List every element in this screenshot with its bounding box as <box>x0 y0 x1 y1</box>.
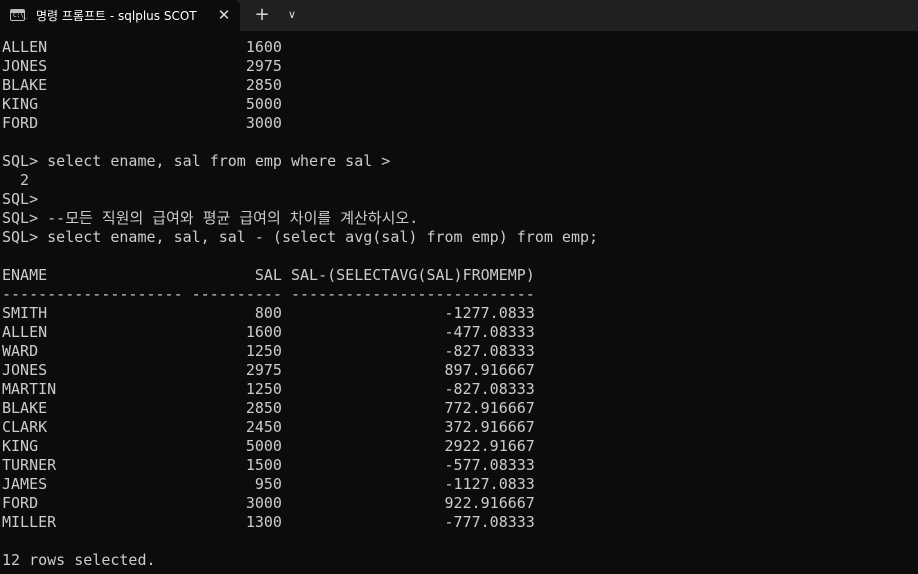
console-line: JONES 2975 <box>2 57 282 75</box>
console-line: SMITH 800 -1277.0833 <box>2 304 535 322</box>
console-line: FORD 3000 922.916667 <box>2 494 535 512</box>
console-line: JONES 2975 897.916667 <box>2 361 535 379</box>
console-line: MILLER 1300 -777.08333 <box>2 513 535 531</box>
console-line: -------------------- ---------- --------… <box>2 285 535 303</box>
console-line: SQL> select ename, sal from emp where sa… <box>2 152 391 170</box>
console-line: KING 5000 2922.91667 <box>2 437 535 455</box>
tab-dropdown-button[interactable]: ∨ <box>282 5 302 25</box>
terminal-window: C:\_ 명령 프롬프트 - sqlplus SCOT ✕ + ∨ ALLEN … <box>0 0 918 574</box>
console-line: BLAKE 2850 <box>2 76 282 94</box>
command-prompt-icon: C:\_ <box>10 9 27 21</box>
console-line: ALLEN 1600 -477.08333 <box>2 323 535 341</box>
console-output[interactable]: ALLEN 1600 JONES 2975 BLAKE 2850 KING 5000 F… <box>0 38 918 574</box>
new-tab-button[interactable]: + <box>252 5 272 25</box>
tab-title: 명령 프롬프트 - sqlplus SCOT <box>36 9 197 23</box>
console-line: WARD 1250 -827.08333 <box>2 342 535 360</box>
console-line: ENAME SAL SAL-(SELECTAVG(SAL)FROMEMP) <box>2 266 535 284</box>
close-tab-icon[interactable]: ✕ <box>215 6 233 24</box>
console-line: 2 <box>2 171 30 189</box>
console-line: FORD 3000 <box>2 114 282 132</box>
console-line: KING 5000 <box>2 95 282 113</box>
console-line: CLARK 2450 372.916667 <box>2 418 535 436</box>
console-line: TURNER 1500 -577.08333 <box>2 456 535 474</box>
title-bar: C:\_ 명령 프롬프트 - sqlplus SCOT ✕ + ∨ <box>0 0 918 31</box>
console-line: SQL> <box>2 190 39 208</box>
tab-command-prompt[interactable]: C:\_ 명령 프롬프트 - sqlplus SCOT ✕ <box>0 0 240 31</box>
console-line: BLAKE 2850 772.916667 <box>2 399 535 417</box>
console-line: ALLEN 1600 <box>2 38 282 56</box>
console-line: JAMES 950 -1127.0833 <box>2 475 535 493</box>
console-line: 12 rows selected. <box>2 551 156 569</box>
console-line: SQL> --모든 직원의 급여와 평균 급여의 차이를 계산하시오. <box>2 209 419 227</box>
console-line: SQL> select ename, sal, sal - (select av… <box>2 228 599 246</box>
console-line: MARTIN 1250 -827.08333 <box>2 380 535 398</box>
